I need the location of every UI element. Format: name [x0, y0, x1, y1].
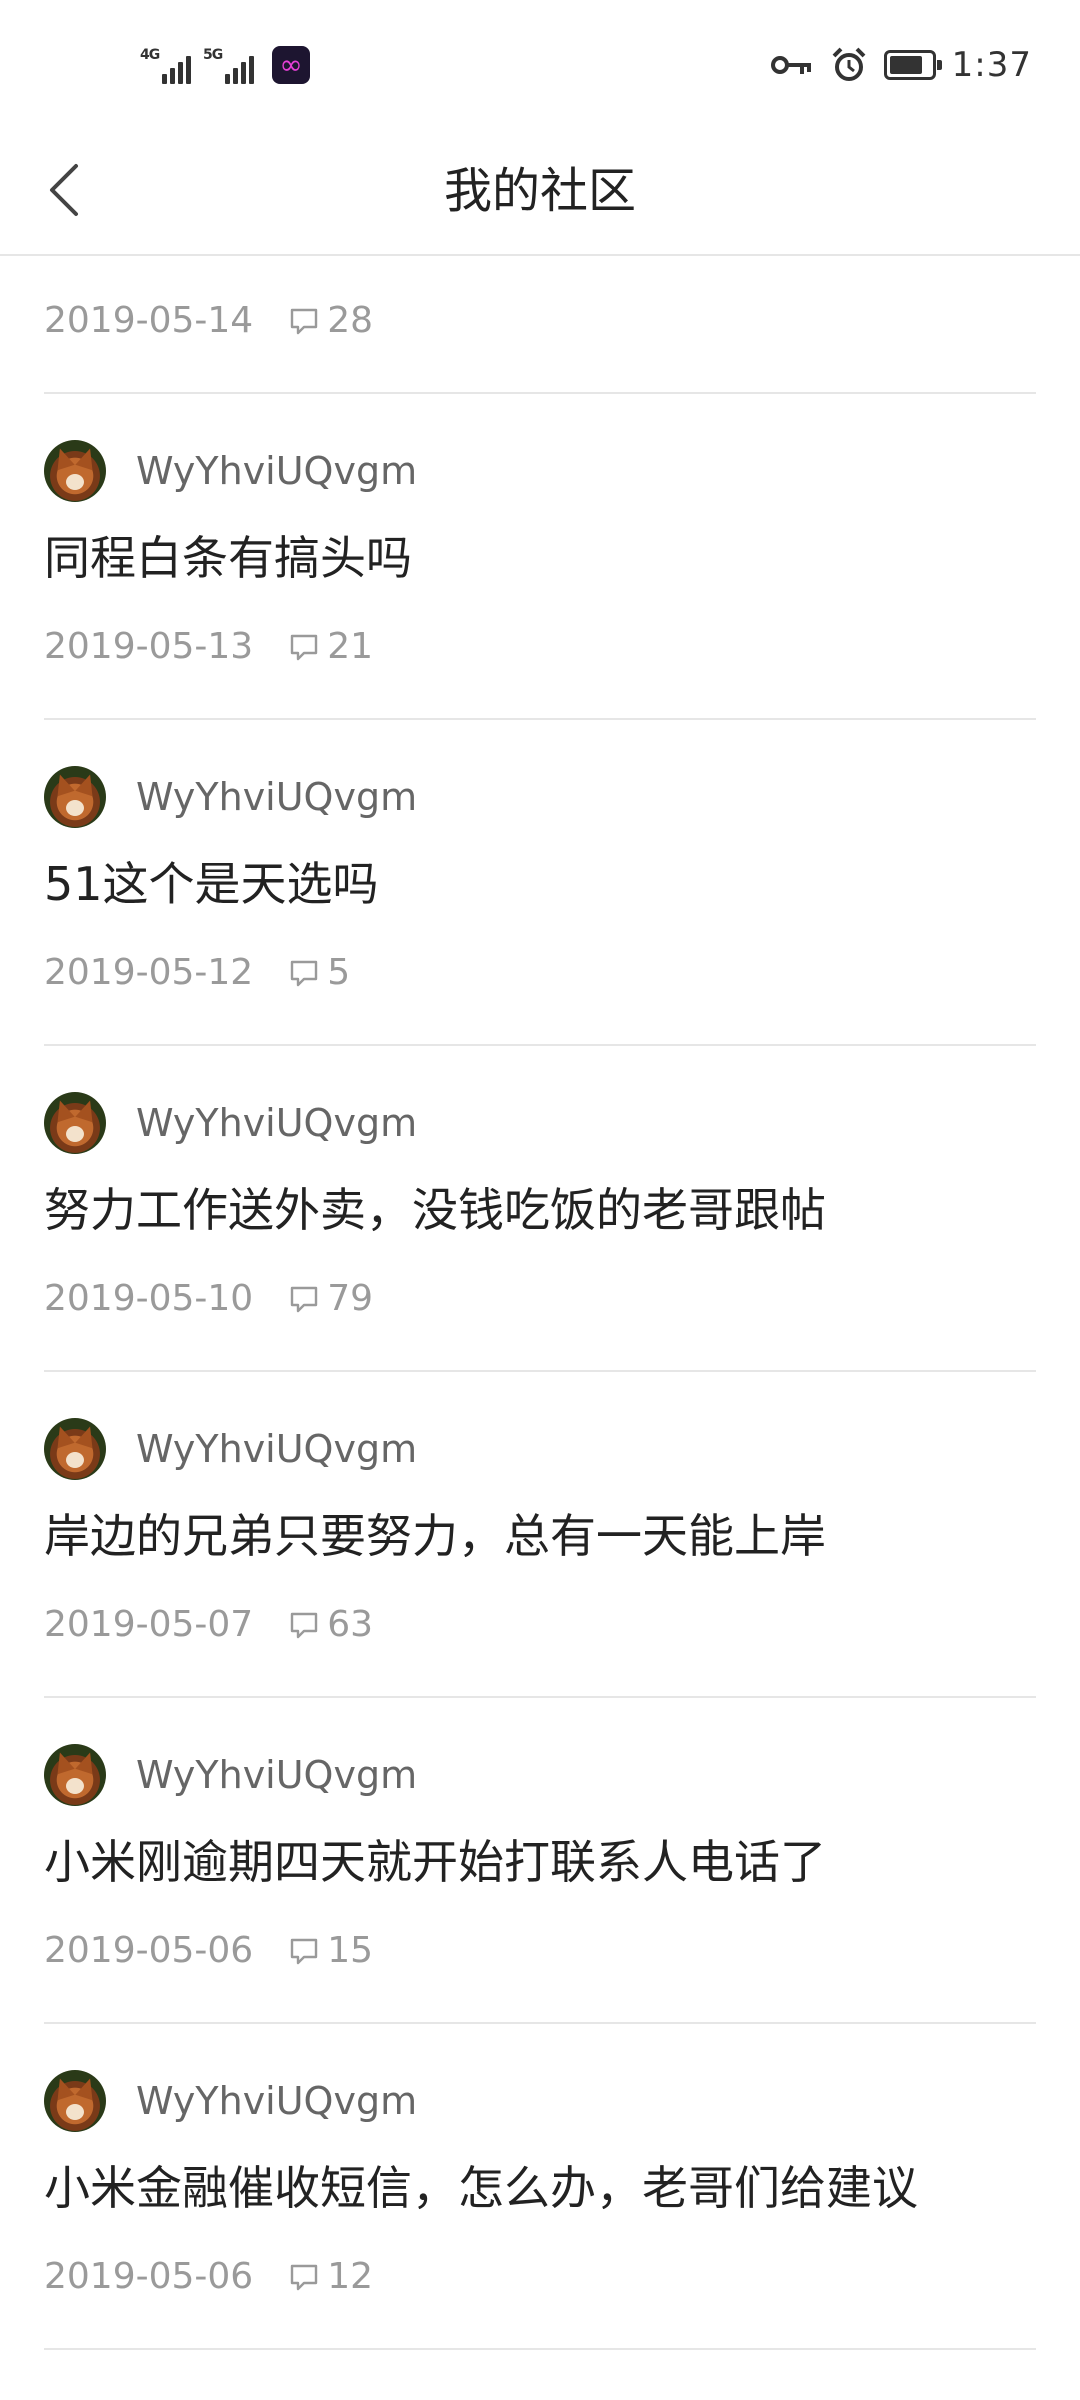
post-title: 岸边的兄弟只要努力，总有一天能上岸 [44, 1509, 826, 1563]
post-item[interactable]: WyYhviUQvgm 51这个是天选吗 2019-05-12 5 [44, 720, 1036, 1046]
comment-icon [291, 1938, 318, 1965]
avatar[interactable] [44, 440, 106, 502]
post-date: 2019-05-06 [44, 2256, 254, 2297]
avatar[interactable] [44, 1744, 106, 1806]
alarm-icon [832, 47, 866, 81]
post-item[interactable]: WyYhviUQvgm 同程白条有搞头吗 2019-05-13 21 [44, 394, 1036, 720]
post-author[interactable]: WyYhviUQvgm [44, 1418, 417, 1480]
post-author[interactable]: WyYhviUQvgm [44, 1092, 417, 1154]
signal-4g-icon: 4G [140, 48, 191, 84]
battery-icon [883, 50, 942, 80]
post-meta: 2019-05-12 5 [44, 948, 350, 998]
signal-4g-label: 4G [140, 47, 160, 63]
signal-5g-label: 5G [203, 47, 223, 63]
comment-icon [291, 308, 318, 335]
status-bar: 4G 5G ∞ 1:37 [0, 0, 1080, 128]
username[interactable]: WyYhviUQvgm [136, 1092, 417, 1154]
username[interactable]: WyYhviUQvgm [136, 2070, 417, 2132]
comment-count: 28 [327, 300, 374, 341]
post-date: 2019-05-07 [44, 1604, 254, 1645]
post-item[interactable]: 贷款大师里的这个签约能下款吗 2019-05-14 28 [44, 256, 1036, 394]
post-meta: 2019-05-06 15 [44, 1926, 373, 1976]
post-meta: 2019-05-06 12 [44, 2252, 373, 2302]
comment-icon [291, 2264, 318, 2291]
post-date: 2019-05-12 [44, 952, 254, 993]
post-date: 2019-05-06 [44, 1930, 254, 1971]
app-header: 我的社区 [0, 128, 1080, 256]
avatar[interactable] [44, 1092, 106, 1154]
avatar[interactable] [44, 766, 106, 828]
post-title: 小米刚逾期四天就开始打联系人电话了 [44, 1835, 826, 1889]
post-author[interactable]: WyYhviUQvgm [44, 766, 417, 828]
post-meta: 2019-05-14 28 [44, 296, 373, 346]
post-author[interactable]: WyYhviUQvgm [44, 2070, 417, 2132]
comment-icon [291, 960, 318, 987]
post-author[interactable]: WyYhviUQvgm [44, 1744, 417, 1806]
post-list-viewport[interactable]: 贷款大师里的这个签约能下款吗 2019-05-14 28 WyYhviUQvgm… [0, 256, 1080, 2400]
username[interactable]: WyYhviUQvgm [136, 440, 417, 502]
post-date: 2019-05-13 [44, 626, 254, 667]
app-infinity-icon: ∞ [272, 46, 310, 84]
comment-count: 63 [327, 1604, 374, 1645]
avatar[interactable] [44, 1418, 106, 1480]
comment-count: 21 [327, 626, 374, 667]
comment-icon [291, 1612, 318, 1639]
post-item[interactable]: WyYhviUQvgm 努力工作送外卖，没钱吃饭的老哥跟帖 2019-05-10… [44, 1046, 1036, 1372]
comment-count: 5 [327, 952, 351, 993]
post-title: 努力工作送外卖，没钱吃饭的老哥跟帖 [44, 1183, 826, 1237]
post-title: 贷款大师里的这个签约能下款吗 [44, 256, 688, 264]
post-title: 小米金融催收短信，怎么办，老哥们给建议 [44, 2161, 918, 2215]
comment-count: 79 [327, 1278, 374, 1319]
comment-icon [291, 1286, 318, 1313]
post-title: 51这个是天选吗 [44, 857, 379, 911]
post-date: 2019-05-14 [44, 300, 254, 341]
post-item[interactable]: WyYhviUQvgm 小米金融催收短信，怎么办，老哥们给建议 2019-05-… [44, 2024, 1036, 2350]
comment-count: 15 [327, 1930, 374, 1971]
status-bar-right: 1:37 [770, 40, 1032, 90]
status-bar-left: 4G 5G ∞ [140, 44, 310, 84]
post-date: 2019-05-10 [44, 1278, 254, 1319]
post-title: 同程白条有搞头吗 [44, 531, 412, 585]
username[interactable]: WyYhviUQvgm [136, 1744, 417, 1806]
key-icon [770, 56, 811, 74]
avatar[interactable] [44, 2070, 106, 2132]
post-item[interactable]: WyYhviUQvgm 小米刚逾期四天就开始打联系人电话了 2019-05-06… [44, 1698, 1036, 2024]
post-meta: 2019-05-13 21 [44, 622, 373, 672]
signal-5g-icon: 5G [203, 48, 254, 84]
page-title: 我的社区 [443, 163, 636, 219]
comment-count: 12 [327, 2256, 374, 2297]
post-meta: 2019-05-07 63 [44, 1600, 373, 1650]
post-item[interactable]: WyYhviUQvgm 岸边的兄弟只要努力，总有一天能上岸 2019-05-07… [44, 1372, 1036, 1698]
username[interactable]: WyYhviUQvgm [136, 766, 417, 828]
post-author[interactable]: WyYhviUQvgm [44, 440, 417, 502]
post-meta: 2019-05-10 79 [44, 1274, 373, 1324]
username[interactable]: WyYhviUQvgm [136, 1418, 417, 1480]
comment-icon [291, 634, 318, 661]
post-list: 贷款大师里的这个签约能下款吗 2019-05-14 28 WyYhviUQvgm… [0, 256, 1080, 2350]
status-time: 1:37 [951, 45, 1032, 85]
